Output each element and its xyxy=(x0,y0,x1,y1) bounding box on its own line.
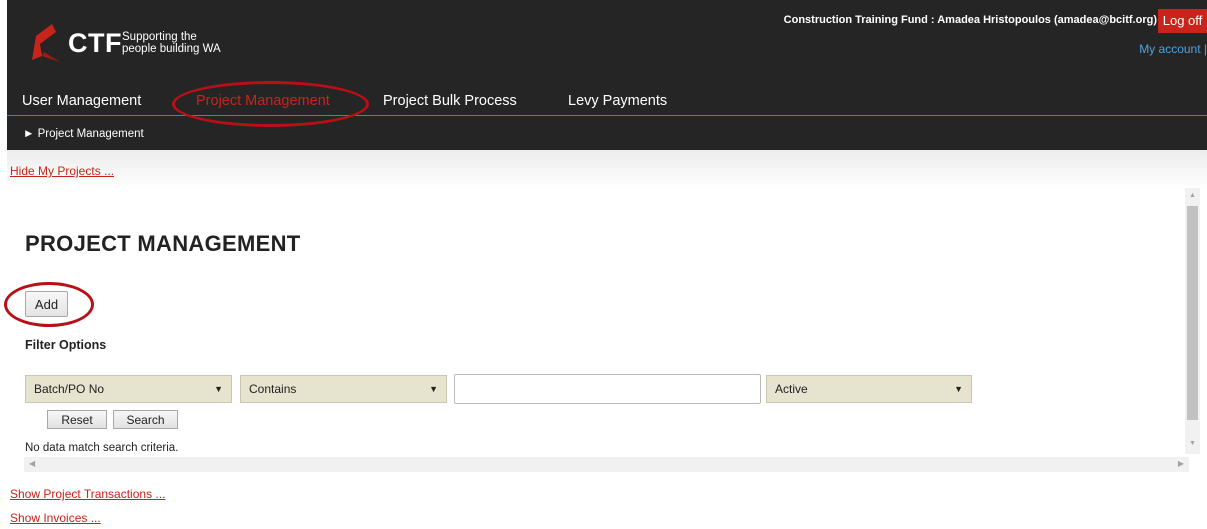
filter-operator-value: Contains xyxy=(249,382,297,396)
nav-levy-payments[interactable]: Levy Payments xyxy=(568,93,667,109)
logoff-button[interactable]: Log off xyxy=(1158,9,1207,33)
scrollbar-thumb[interactable] xyxy=(1187,206,1198,420)
nav-project-management[interactable]: Project Management xyxy=(196,93,330,109)
breadcrumb-arrow-icon: ► xyxy=(23,128,35,140)
dropdown-caret-icon: ▼ xyxy=(429,384,438,394)
logo-tagline: Supporting the people building WA xyxy=(122,31,262,55)
dropdown-caret-icon: ▼ xyxy=(214,384,223,394)
add-button[interactable]: Add xyxy=(25,291,68,317)
reset-button[interactable]: Reset xyxy=(47,410,107,429)
logo-tagline-line2: people building WA xyxy=(122,43,221,55)
search-button[interactable]: Search xyxy=(113,410,178,429)
filter-status-value: Active xyxy=(775,382,808,396)
scroll-left-arrow-icon[interactable]: ◀ xyxy=(29,459,35,468)
filter-operator-select[interactable]: Contains ▼ xyxy=(240,375,447,403)
show-project-transactions-link[interactable]: Show Project Transactions ... xyxy=(10,487,165,501)
filter-status-select[interactable]: Active ▼ xyxy=(766,375,972,403)
scroll-down-arrow-icon[interactable]: ▼ xyxy=(1185,440,1200,447)
nav-divider xyxy=(7,115,1207,116)
filter-field-value: Batch/PO No xyxy=(34,382,105,396)
user-info: Construction Training Fund : Amadea Hris… xyxy=(783,14,1157,26)
ctf-logo-mark-icon xyxy=(32,24,60,62)
filter-options-label: Filter Options xyxy=(25,338,107,352)
no-data-message: No data match search criteria. xyxy=(25,442,179,454)
logo-text: CTF xyxy=(68,28,122,58)
header-bar: CTF Supporting the people building WA Co… xyxy=(0,0,1207,150)
hide-my-projects-link[interactable]: Hide My Projects ... xyxy=(10,164,114,178)
header-fade xyxy=(7,150,1207,190)
ctf-logo[interactable]: CTF Supporting the people building WA xyxy=(30,22,270,64)
show-invoices-link[interactable]: Show Invoices ... xyxy=(10,511,101,525)
breadcrumb-text[interactable]: Project Management xyxy=(38,128,144,140)
nav-project-bulk-process[interactable]: Project Bulk Process xyxy=(383,93,517,109)
scroll-up-arrow-icon[interactable]: ▲ xyxy=(1185,192,1200,199)
nav-user-management[interactable]: User Management xyxy=(22,93,141,109)
page-title: PROJECT MANAGEMENT xyxy=(25,231,301,256)
vertical-scrollbar[interactable]: ▲ ▼ xyxy=(1185,188,1200,454)
dropdown-caret-icon: ▼ xyxy=(954,384,963,394)
frame-edge xyxy=(0,0,7,160)
horizontal-scrollbar[interactable]: ◀ ▶ xyxy=(24,457,1189,472)
scroll-right-arrow-icon[interactable]: ▶ xyxy=(1178,459,1184,468)
filter-value-input[interactable] xyxy=(454,374,761,404)
filter-field-select[interactable]: Batch/PO No ▼ xyxy=(25,375,232,403)
breadcrumb: ► Project Management xyxy=(23,128,144,140)
my-account-link[interactable]: My account | xyxy=(1139,42,1207,56)
logo-tagline-line1: Supporting the xyxy=(122,31,197,43)
